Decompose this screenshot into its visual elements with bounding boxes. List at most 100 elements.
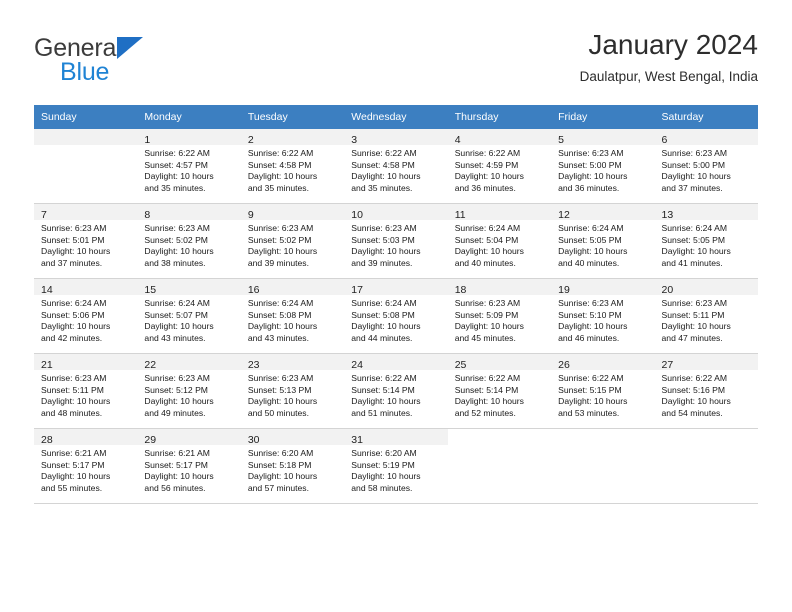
day-cell-inner[interactable]: 26 Sunrise: 6:22 AM Sunset: 5:15 PM Dayligh…: [551, 354, 655, 428]
daylight-text-line1: Daylight: 10 hours: [454, 171, 524, 182]
day-details: Sunrise: 6:24 AM Sunset: 5:05 PM Daylight:…: [655, 220, 758, 269]
daylight-text-line2: and 52 minutes.: [454, 407, 516, 418]
daylight-text-line1: Daylight: 10 hours: [351, 246, 421, 257]
daylight-text-line2: and 54 minutes.: [661, 407, 723, 418]
day-cell-inner[interactable]: 25 Sunrise: 6:22 AM Sunset: 5:14 PM Dayligh…: [447, 354, 552, 428]
sunrise-text: Sunrise: 6:24 AM: [661, 223, 727, 233]
calendar-day-cell: 30 Sunrise: 6:20 AM Sunset: 5:18 PM Dayligh…: [240, 429, 345, 503]
day-cell-inner[interactable]: 23 Sunrise: 6:23 AM Sunset: 5:13 PM Dayligh…: [240, 354, 345, 428]
day-details: Sunrise: 6:23 AM Sunset: 5:09 PM Daylight:…: [448, 295, 551, 344]
day-cell-inner[interactable]: 27 Sunrise: 6:22 AM Sunset: 5:16 PM Dayligh…: [654, 354, 758, 428]
daylight-text-line1: Daylight: 10 hours: [41, 396, 111, 407]
sunrise-text: Sunrise: 6:21 AM: [144, 448, 210, 458]
day-number: 24: [351, 359, 363, 371]
day-number: 30: [247, 434, 260, 446]
generalblue-logo[interactable]: General Blue: [34, 34, 214, 86]
sunrise-text: Sunrise: 6:24 AM: [454, 223, 521, 233]
day-details: Sunrise: 6:23 AM Sunset: 5:12 PM Daylight:…: [137, 370, 240, 419]
sunrise-text: Sunrise: 6:22 AM: [454, 148, 521, 158]
sunrise-text: Sunrise: 6:23 AM: [661, 298, 727, 308]
sunset-text: Sunset: 5:17 PM: [41, 459, 105, 470]
logo-text-blue: Blue: [60, 58, 110, 86]
calendar-day-cell: 26 Sunrise: 6:22 AM Sunset: 5:15 PM Dayligh…: [551, 354, 655, 428]
sunset-text: Sunset: 4:57 PM: [144, 159, 208, 170]
day-number-bar: 2: [240, 129, 345, 146]
calendar-day-cell: 1 Sunrise: 6:22 AM Sunset: 4:57 PM Daylight…: [137, 129, 241, 203]
sunrise-text: Sunrise: 6:22 AM: [351, 373, 417, 383]
calendar-day-cell: 9 Sunrise: 6:23 AM Sunset: 5:02 PM Daylight…: [240, 204, 345, 278]
day-number-bar: 29: [137, 429, 241, 446]
day-cell-inner[interactable]: 13 Sunrise: 6:24 AM Sunset: 5:05 PM Dayligh…: [654, 204, 758, 278]
sunrise-text: Sunrise: 6:22 AM: [247, 148, 314, 158]
daylight-text-line1: Daylight: 10 hours: [661, 246, 731, 257]
day-details: Sunrise: 6:23 AM Sunset: 5:01 PM Daylight:…: [34, 220, 137, 269]
calendar-week-row: 7 Sunrise: 6:23 AM Sunset: 5:01 PM Daylight…: [34, 204, 758, 278]
day-cell-inner[interactable]: 24 Sunrise: 6:22 AM Sunset: 5:14 PM Dayligh…: [344, 354, 448, 428]
day-details: Sunrise: 6:21 AM Sunset: 5:17 PM Daylight:…: [34, 445, 137, 494]
day-cell-inner[interactable]: 4 Sunrise: 6:22 AM Sunset: 4:59 PM Daylight…: [447, 129, 552, 203]
weekday-header-thursday: Thursday: [447, 105, 552, 129]
day-cell-inner[interactable]: 19 Sunrise: 6:23 AM Sunset: 5:10 PM Dayligh…: [551, 279, 655, 353]
day-number-bar: 7: [34, 204, 138, 221]
sunrise-text: Sunrise: 6:22 AM: [454, 373, 521, 383]
day-cell-inner[interactable]: 9 Sunrise: 6:23 AM Sunset: 5:02 PM Daylight…: [240, 204, 345, 278]
day-cell-inner[interactable]: 14 Sunrise: 6:24 AM Sunset: 5:06 PM Dayligh…: [34, 279, 138, 353]
daylight-text-line1: Daylight: 10 hours: [41, 471, 111, 482]
sunset-text: Sunset: 5:01 PM: [41, 234, 105, 245]
day-cell-inner[interactable]: 1 Sunrise: 6:22 AM Sunset: 4:57 PM Daylight…: [137, 129, 241, 203]
day-number: 18: [454, 284, 467, 296]
daylight-text-line2: and 50 minutes.: [247, 407, 309, 418]
day-details: Sunrise: 6:20 AM Sunset: 5:19 PM Daylight:…: [344, 445, 447, 494]
daylight-text-line1: Daylight: 10 hours: [661, 171, 731, 182]
calendar-day-cell: 16 Sunrise: 6:24 AM Sunset: 5:08 PM Dayligh…: [240, 279, 345, 353]
day-cell-inner[interactable]: 17 Sunrise: 6:24 AM Sunset: 5:08 PM Dayligh…: [344, 279, 448, 353]
calendar-week-row: 21 Sunrise: 6:23 AM Sunset: 5:11 PM Dayligh…: [34, 354, 758, 428]
day-number-bar: [34, 129, 138, 145]
daylight-text-line2: and 36 minutes.: [454, 182, 516, 193]
sunset-text: Sunset: 4:58 PM: [247, 159, 312, 170]
day-details: Sunrise: 6:23 AM Sunset: 5:11 PM Daylight:…: [655, 295, 758, 344]
sunset-text: Sunset: 5:14 PM: [351, 384, 415, 395]
calendar-day-cell: 14 Sunrise: 6:24 AM Sunset: 5:06 PM Dayligh…: [34, 279, 138, 353]
day-cell-inner[interactable]: 15 Sunrise: 6:24 AM Sunset: 5:07 PM Dayligh…: [137, 279, 241, 353]
day-cell-inner[interactable]: 10 Sunrise: 6:23 AM Sunset: 5:03 PM Dayligh…: [344, 204, 448, 278]
sunset-text: Sunset: 5:00 PM: [661, 159, 726, 170]
sunset-text: Sunset: 5:08 PM: [247, 309, 312, 320]
sunrise-text: Sunrise: 6:23 AM: [41, 223, 107, 233]
daylight-text-line2: and 56 minutes.: [144, 482, 206, 493]
calendar-day-cell: 12 Sunrise: 6:24 AM Sunset: 5:05 PM Dayligh…: [551, 204, 655, 278]
day-cell-inner[interactable]: 22 Sunrise: 6:23 AM Sunset: 5:12 PM Dayligh…: [137, 354, 241, 428]
calendar-day-cell: 13 Sunrise: 6:24 AM Sunset: 5:05 PM Dayligh…: [654, 204, 758, 278]
calendar-day-cell: 17 Sunrise: 6:24 AM Sunset: 5:08 PM Dayligh…: [344, 279, 448, 353]
day-cell-inner[interactable]: 18 Sunrise: 6:23 AM Sunset: 5:09 PM Dayligh…: [447, 279, 552, 353]
day-cell-inner[interactable]: 7 Sunrise: 6:23 AM Sunset: 5:01 PM Daylight…: [34, 204, 138, 278]
day-cell-inner[interactable]: 2 Sunrise: 6:22 AM Sunset: 4:58 PM Daylight…: [240, 129, 345, 203]
day-cell-inner[interactable]: 20 Sunrise: 6:23 AM Sunset: 5:11 PM Dayligh…: [654, 279, 758, 353]
calendar-day-cell: 3 Sunrise: 6:22 AM Sunset: 4:58 PM Daylight…: [344, 129, 448, 203]
day-cell-inner[interactable]: 11 Sunrise: 6:24 AM Sunset: 5:04 PM Dayligh…: [447, 204, 552, 278]
day-cell-inner[interactable]: 5 Sunrise: 6:23 AM Sunset: 5:00 PM Daylight…: [551, 129, 655, 203]
day-cell-inner[interactable]: 6 Sunrise: 6:23 AM Sunset: 5:00 PM Daylight…: [654, 129, 758, 203]
day-number: 27: [661, 359, 674, 371]
sunset-text: Sunset: 5:05 PM: [661, 234, 726, 245]
day-number-bar: 30: [240, 429, 345, 446]
day-cell-inner[interactable]: 21 Sunrise: 6:23 AM Sunset: 5:11 PM Dayligh…: [34, 354, 138, 428]
day-cell-inner[interactable]: 30 Sunrise: 6:20 AM Sunset: 5:18 PM Dayligh…: [240, 429, 345, 503]
day-cell-inner[interactable]: 29 Sunrise: 6:21 AM Sunset: 5:17 PM Dayligh…: [137, 429, 241, 503]
daylight-text-line1: Daylight: 10 hours: [558, 321, 628, 332]
day-details: Sunrise: 6:23 AM Sunset: 5:10 PM Daylight:…: [551, 295, 654, 344]
day-number: 29: [144, 434, 157, 446]
day-cell-inner[interactable]: 16 Sunrise: 6:24 AM Sunset: 5:08 PM Dayligh…: [240, 279, 345, 353]
day-number-bar: 9: [240, 204, 345, 221]
day-cell-inner[interactable]: 12 Sunrise: 6:24 AM Sunset: 5:05 PM Dayligh…: [551, 204, 655, 278]
page-subtitle: Daulatpur, West Bengal, India: [579, 69, 758, 84]
sunset-text: Sunset: 5:02 PM: [247, 234, 312, 245]
day-cell-inner[interactable]: 3 Sunrise: 6:22 AM Sunset: 4:58 PM Daylight…: [344, 129, 448, 203]
sunset-text: Sunset: 5:05 PM: [558, 234, 622, 245]
day-number-bar: 18: [447, 279, 552, 296]
calendar-table: Sunday Monday Tuesday Wednesday Thursday Frid…: [34, 105, 758, 504]
day-cell-inner[interactable]: 28 Sunrise: 6:21 AM Sunset: 5:17 PM Dayligh…: [34, 429, 138, 503]
daylight-text-line1: Daylight: 10 hours: [144, 246, 214, 257]
day-cell-inner[interactable]: 31 Sunrise: 6:20 AM Sunset: 5:19 PM Dayligh…: [344, 429, 448, 503]
day-cell-inner[interactable]: 8 Sunrise: 6:23 AM Sunset: 5:02 PM Daylight…: [137, 204, 241, 278]
